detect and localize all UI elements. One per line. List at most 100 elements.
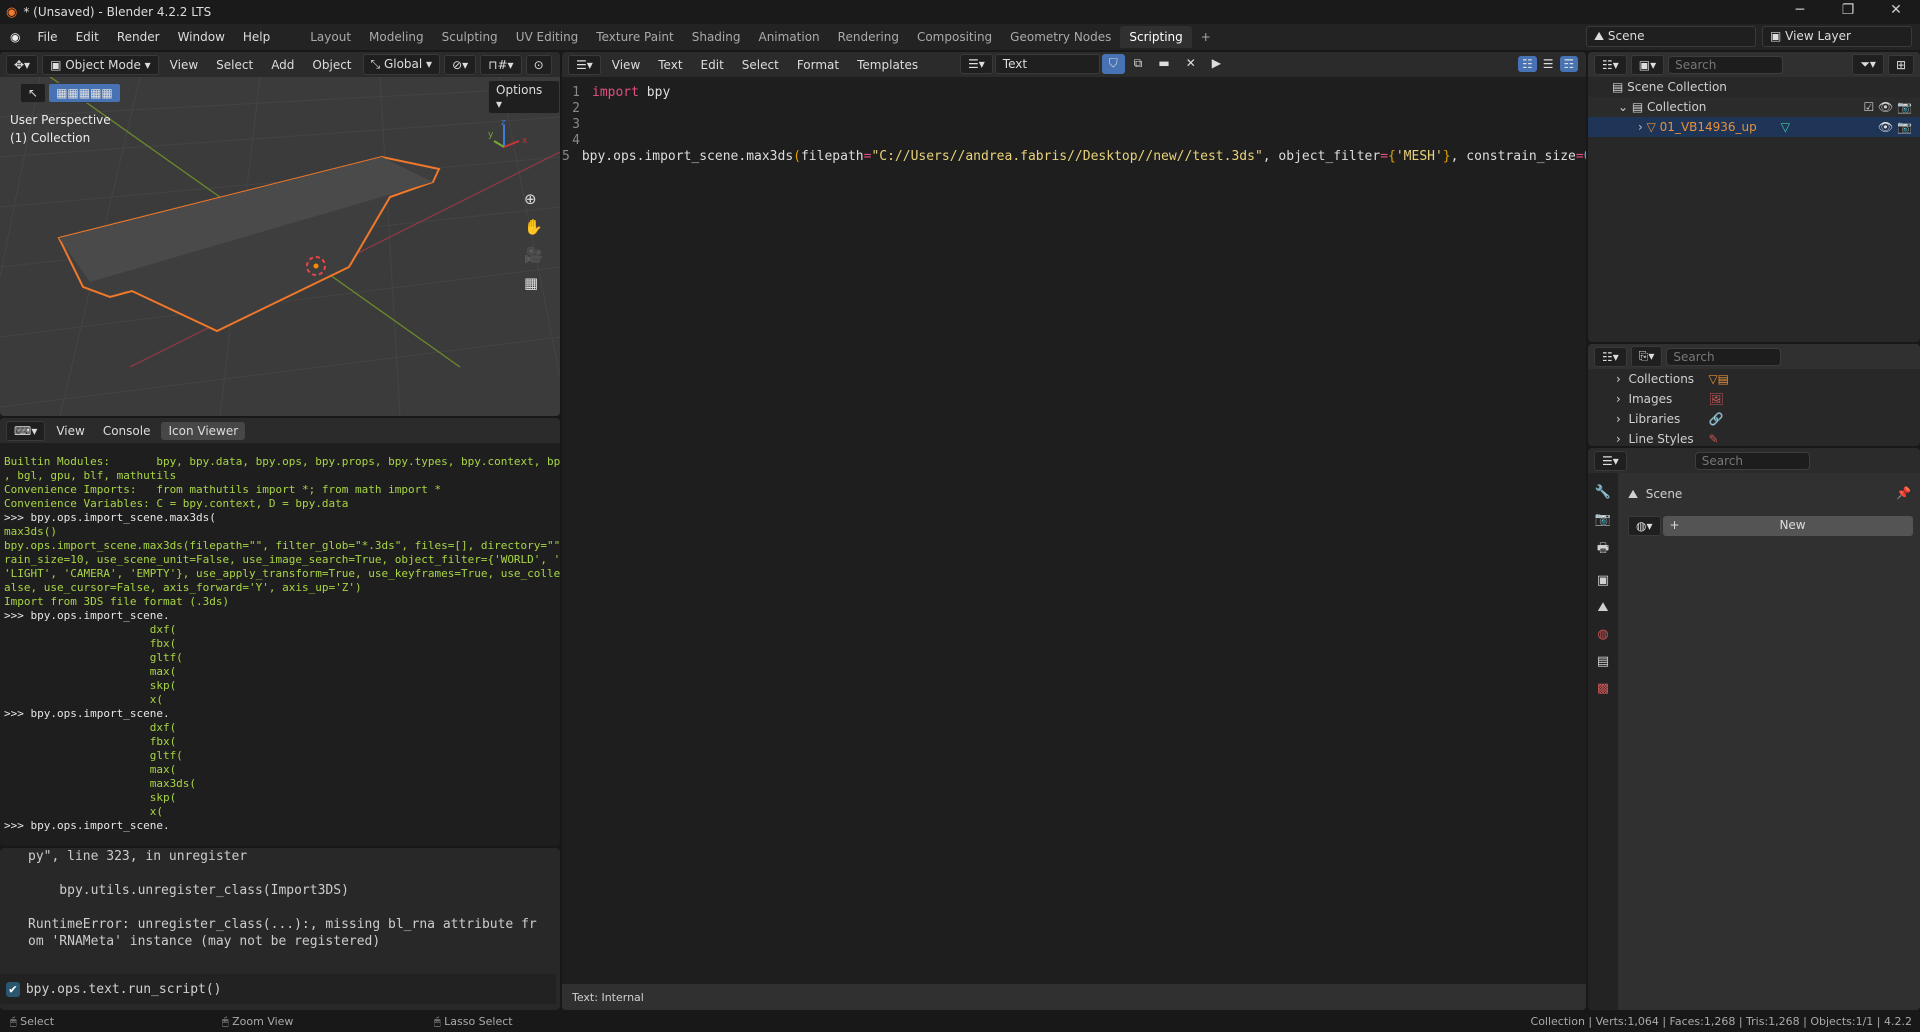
orientation-dropdown[interactable]: ⤡ Global ▾	[362, 54, 441, 75]
tab-uv-editing[interactable]: UV Editing	[507, 26, 588, 48]
tab-texture-paint[interactable]: Texture Paint	[587, 26, 682, 48]
options-dropdown[interactable]: Options ▾	[488, 80, 560, 114]
view-layer-tab-icon[interactable]: ▣	[1597, 573, 1609, 588]
outliner-search[interactable]: Search	[1668, 55, 1784, 74]
menu-window[interactable]: Window	[169, 30, 234, 44]
text-browse-icon[interactable]: ☰▾	[960, 54, 993, 74]
blend-editor-type-icon[interactable]: ☷▾	[1594, 346, 1627, 367]
tab-animation[interactable]: Animation	[749, 26, 828, 48]
properties-search[interactable]: Search	[1694, 451, 1810, 470]
unlink-text-icon[interactable]: ✕	[1179, 54, 1203, 74]
info-report-row[interactable]: ✔ bpy.ops.text.run_script()	[0, 974, 556, 1004]
outliner-editor-type-icon[interactable]: ☷▾	[1594, 54, 1627, 75]
expand-chevron-icon[interactable]: ›	[1616, 412, 1628, 426]
properties-editor[interactable]: ☰▾ Search 🔧 📷 🖶 ▣ ⛰ ◍ ▤ ▩ ⛰ Scene 📌 ◍▾ +…	[1588, 448, 1920, 1010]
blend-data-item-images[interactable]: › Images 🖼	[1588, 389, 1920, 409]
expand-chevron-icon[interactable]: ›	[1638, 120, 1647, 134]
syntax-highlight-toggle-icon[interactable]: ☶	[1559, 56, 1579, 72]
tab-geometry-nodes[interactable]: Geometry Nodes	[1001, 26, 1120, 48]
select-new-icon[interactable]: ▦▦▦▦▦	[48, 83, 121, 103]
blend-data-outliner[interactable]: ☷▾ ⎘▾ Search › Collections ▽▤ › Images 🖼 › L…	[1588, 344, 1920, 446]
text-editor-type-icon[interactable]: ☰▾	[568, 54, 601, 75]
expand-chevron-icon[interactable]: ›	[1616, 432, 1628, 446]
open-text-icon[interactable]: ▬	[1151, 54, 1176, 74]
line-numbers-toggle-icon[interactable]: ☷	[1518, 56, 1537, 72]
tab-sculpting[interactable]: Sculpting	[433, 26, 507, 48]
python-console[interactable]: ⌨▾ View Console Icon Viewer Builtin Modu…	[0, 418, 560, 846]
blend-file-mode-icon[interactable]: ⎘▾	[1630, 346, 1663, 367]
close-button[interactable]: ✕	[1876, 2, 1916, 18]
text-name-field[interactable]: Text	[994, 54, 1100, 74]
blend-data-search[interactable]: Search	[1666, 347, 1782, 366]
pin-icon[interactable]: 📌	[1896, 486, 1911, 500]
proportional-edit-icon[interactable]: ⊙	[525, 54, 552, 75]
info-editor[interactable]: py", line 323, in unregister bpy.utils.u…	[0, 848, 560, 1010]
view-layer-selector[interactable]: ▣ View Layer	[1762, 26, 1912, 47]
properties-editor-type-icon[interactable]: ☰▾	[1594, 450, 1627, 471]
snap-icon[interactable]: ⊓#▾	[480, 54, 522, 75]
code-area[interactable]: 1 import bpy 2 3 4 5 bpy.ops.import_scene.max3…	[562, 77, 1586, 165]
scene-selector[interactable]: ⛰ Scene	[1586, 26, 1756, 47]
texture-tab-icon[interactable]: ▩	[1597, 681, 1609, 696]
collection-toggles[interactable]: ☑ 👁 📷	[1863, 100, 1920, 114]
world-browse-icon[interactable]: ◍▾	[1628, 516, 1661, 536]
tab-shading[interactable]: Shading	[683, 26, 750, 48]
mesh-data-icon[interactable]: ▽	[1781, 120, 1790, 134]
display-mode-icon[interactable]: ▣▾	[1630, 54, 1665, 75]
new-world-button[interactable]: + New	[1662, 516, 1913, 536]
viewport-menu-view[interactable]: View	[163, 56, 205, 74]
tab-compositing[interactable]: Compositing	[908, 26, 1001, 48]
3d-viewport[interactable]: ✥▾ ▣ Object Mode ▾ View Select Add Objec…	[0, 52, 560, 416]
object-mode-dropdown[interactable]: ▣ Object Mode ▾	[42, 54, 159, 75]
console-menu-console[interactable]: Console	[96, 422, 158, 440]
output-tab-icon[interactable]: 🖶	[1597, 539, 1609, 561]
tab-rendering[interactable]: Rendering	[829, 26, 908, 48]
viewport-menu-object[interactable]: Object	[305, 56, 358, 74]
tab-scripting[interactable]: Scripting	[1120, 26, 1192, 48]
text-editor[interactable]: ☰▾ View Text Edit Select Format Template…	[562, 52, 1586, 1010]
expand-chevron-icon[interactable]: ›	[1616, 372, 1628, 386]
filter-icon[interactable]: ⏷▾	[1852, 54, 1884, 75]
scene-tab-icon[interactable]: ⛰	[1598, 600, 1609, 615]
word-wrap-toggle-icon[interactable]: ☰	[1539, 56, 1558, 72]
render-tab-icon[interactable]: 📷	[1595, 512, 1611, 527]
camera-view-icon[interactable]: 🎥	[524, 246, 543, 264]
zoom-icon[interactable]: ⊕	[524, 190, 543, 208]
menu-help[interactable]: Help	[234, 30, 279, 44]
pivot-icon[interactable]: ⊘▾	[444, 54, 477, 75]
tab-modeling[interactable]: Modeling	[360, 26, 433, 48]
menu-render[interactable]: Render	[108, 30, 169, 44]
blend-data-item-libraries[interactable]: › Libraries 🔗	[1588, 409, 1920, 429]
object-row[interactable]: › ▽ 01_VB14936_up ▽ 👁 📷	[1588, 117, 1920, 137]
select-tool-icon[interactable]: ↖	[20, 83, 47, 103]
console-menu-view[interactable]: View	[49, 422, 91, 440]
outliner[interactable]: ☷▾ ▣▾ Search ⏷▾ ⊞ ▤ Scene Collection ⌄ ▤…	[1588, 52, 1920, 342]
text-menu-edit[interactable]: Edit	[694, 56, 731, 74]
ortho-grid-icon[interactable]: ▦	[524, 274, 543, 292]
collection-tab-icon[interactable]: ▤	[1597, 654, 1609, 669]
text-menu-templates[interactable]: Templates	[850, 56, 925, 74]
tool-tab-icon[interactable]: 🔧	[1595, 485, 1611, 500]
scene-collection-row[interactable]: ▤ Scene Collection	[1588, 77, 1920, 97]
add-workspace-button[interactable]: +	[1192, 26, 1220, 48]
menu-file[interactable]: File	[28, 30, 66, 44]
blender-menu-icon[interactable]: ◉	[0, 30, 28, 44]
world-tab-icon[interactable]: ◍	[1597, 627, 1608, 642]
minimize-button[interactable]: ─	[1780, 2, 1820, 18]
viewport-menu-select[interactable]: Select	[209, 56, 260, 74]
fake-user-shield-icon[interactable]: ⛉	[1101, 54, 1125, 74]
new-text-icon[interactable]: ⧉	[1127, 54, 1150, 74]
run-script-icon[interactable]: ▶	[1205, 54, 1228, 74]
new-collection-icon[interactable]: ⊞	[1887, 54, 1914, 75]
blend-data-item-line-styles[interactable]: › Line Styles ✎	[1588, 429, 1920, 446]
object-toggles[interactable]: 👁 📷	[1878, 120, 1920, 134]
tab-layout[interactable]: Layout	[301, 26, 360, 48]
text-menu-format[interactable]: Format	[790, 56, 846, 74]
menu-edit[interactable]: Edit	[67, 30, 108, 44]
viewport-menu-add[interactable]: Add	[264, 56, 301, 74]
text-menu-view[interactable]: View	[605, 56, 647, 74]
console-menu-icon-viewer[interactable]: Icon Viewer	[161, 421, 246, 440]
expand-chevron-icon[interactable]: ⌄	[1618, 100, 1632, 114]
blend-data-item-collections[interactable]: › Collections ▽▤	[1588, 369, 1920, 389]
maximize-button[interactable]: ❐	[1828, 2, 1868, 18]
